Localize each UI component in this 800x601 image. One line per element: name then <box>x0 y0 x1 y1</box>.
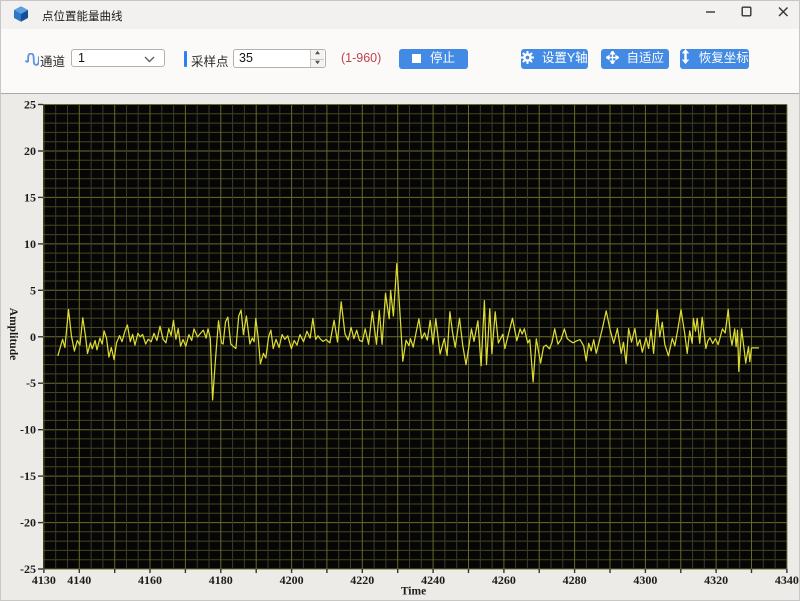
svg-text:20: 20 <box>24 144 36 158</box>
svg-text:4140: 4140 <box>67 573 91 587</box>
svg-text:-20: -20 <box>20 516 36 530</box>
svg-text:15: 15 <box>24 190 36 204</box>
svg-text:4340: 4340 <box>775 573 799 587</box>
svg-text:Time: Time <box>401 586 426 598</box>
svg-text:4200: 4200 <box>280 573 304 587</box>
svg-text:4260: 4260 <box>492 573 516 587</box>
svg-text:-5: -5 <box>26 376 36 390</box>
svg-text:5: 5 <box>30 283 36 297</box>
svg-text:25: 25 <box>24 98 36 112</box>
svg-text:4180: 4180 <box>209 573 233 587</box>
svg-text:-10: -10 <box>20 423 36 437</box>
svg-text:4160: 4160 <box>138 573 162 587</box>
svg-text:4320: 4320 <box>704 573 728 587</box>
svg-text:10: 10 <box>24 237 36 251</box>
svg-text:4220: 4220 <box>350 573 374 587</box>
svg-text:4300: 4300 <box>633 573 657 587</box>
svg-text:-15: -15 <box>20 469 36 483</box>
svg-text:0: 0 <box>30 330 36 344</box>
svg-text:4280: 4280 <box>563 573 587 587</box>
svg-text:4130: 4130 <box>32 573 56 587</box>
svg-text:Amplitude: Amplitude <box>7 308 19 360</box>
